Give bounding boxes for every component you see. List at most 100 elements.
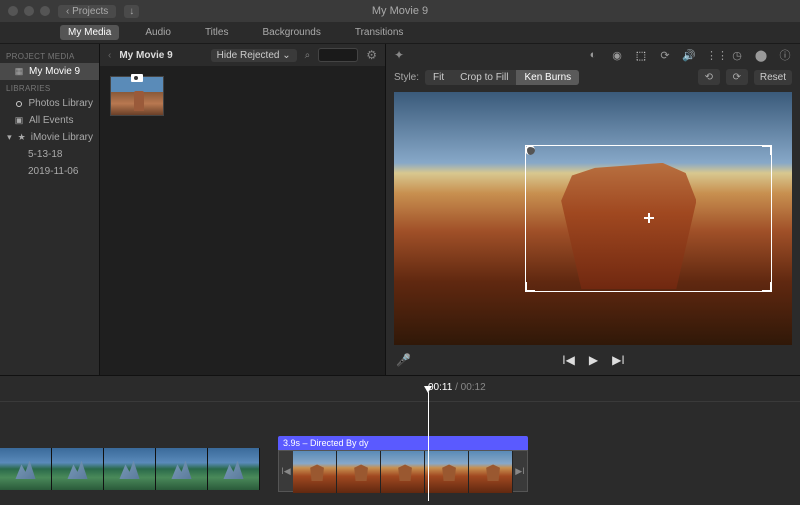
mic-icon[interactable]: 🎤 — [396, 353, 411, 367]
sidebar-item-photos[interactable]: Photos Library — [0, 95, 99, 112]
star-icon: ★ — [18, 133, 26, 143]
rotate-cw-button[interactable]: ⟳ — [726, 69, 748, 85]
clip-frame — [469, 451, 513, 493]
camera-badge-icon — [131, 74, 143, 82]
media-clip-thumbnail[interactable] — [110, 76, 164, 116]
seg-crop-to-fill[interactable]: Crop to Fill — [452, 70, 516, 85]
clip-frame — [425, 451, 469, 493]
zoom-window-icon[interactable] — [40, 6, 50, 16]
clapper-icon: ▦ — [14, 67, 24, 77]
preview-toolbar: ✦ ◐ ◉ ⬚ ⟳ 🔊 ⋮⋮ ◷ ⬤ ⓘ — [386, 44, 800, 66]
tab-titles[interactable]: Titles — [197, 25, 237, 40]
clip-frame — [104, 448, 156, 490]
playhead[interactable] — [428, 392, 429, 501]
clip-frame — [381, 451, 425, 493]
crop-style-segment: Fit Crop to Fill Ken Burns — [425, 70, 579, 85]
clip-frame — [337, 451, 381, 493]
filter-dropdown[interactable]: Hide Rejected ⌄ — [211, 49, 297, 62]
crop-icon[interactable]: ⬚ — [634, 49, 648, 62]
box-icon: ▣ — [14, 116, 24, 126]
next-button[interactable]: ▶I — [612, 353, 625, 367]
event-2-label: 2019-11-06 — [28, 166, 78, 177]
traffic-lights — [8, 6, 50, 16]
event-1-label: 5-13-18 — [28, 149, 62, 160]
timecode: 00:11 / 00:12 — [428, 382, 486, 393]
media-browser: ‹ My Movie 9 Hide Rejected ⌄ ⌕ ⚙ — [100, 44, 386, 375]
tab-transitions[interactable]: Transitions — [347, 25, 412, 40]
clip-frame — [293, 451, 337, 493]
wand-icon[interactable]: ✦ — [394, 48, 404, 62]
window-title: My Movie 9 — [372, 5, 428, 17]
close-window-icon[interactable] — [8, 6, 18, 16]
chevron-left-icon[interactable]: ‹ — [108, 50, 111, 61]
crop-handle-bl[interactable] — [525, 282, 535, 292]
clip-title-bar[interactable]: 3.9s – Directed By dy — [278, 436, 528, 450]
filter-icon[interactable]: ⬤ — [754, 49, 768, 62]
rotate-ccw-button[interactable]: ⟲ — [698, 69, 720, 85]
sidebar-item-event-1[interactable]: 5-13-18 — [0, 146, 99, 163]
clip-trim-left-icon[interactable]: I◀ — [279, 451, 293, 491]
project-media-header: PROJECT MEDIA — [0, 48, 99, 63]
timeline-clip-2[interactable]: 3.9s – Directed By dy I◀ ▶I — [278, 436, 528, 492]
seg-ken-burns[interactable]: Ken Burns — [516, 70, 579, 85]
clip-frame — [156, 448, 208, 490]
style-label: Style: — [394, 72, 419, 83]
tab-backgrounds[interactable]: Backgrounds — [254, 25, 328, 40]
sidebar-item-project[interactable]: ▦ My Movie 9 — [0, 63, 99, 80]
search-icon: ⌕ — [305, 50, 311, 61]
libraries-header: LIBRARIES — [0, 80, 99, 95]
timeline-clip-1[interactable] — [0, 448, 260, 490]
seg-fit[interactable]: Fit — [425, 70, 452, 85]
preview-pane: ✦ ◐ ◉ ⬚ ⟳ 🔊 ⋮⋮ ◷ ⬤ ⓘ Style: Fit Crop to … — [386, 44, 800, 375]
window-titlebar: ‹ Projects ↓ My Movie 9 — [0, 0, 800, 22]
sidebar-item-event-2[interactable]: 2019-11-06 — [0, 163, 99, 180]
projects-label: Projects — [72, 6, 108, 17]
timeline[interactable]: 00:11 / 00:12 3.9s – Directed By dy I◀ ▶… — [0, 375, 800, 505]
search-input[interactable] — [318, 48, 358, 62]
imovie-library-label: iMovie Library — [31, 132, 93, 143]
projects-back-button[interactable]: ‹ Projects — [58, 5, 116, 18]
crop-style-bar: Style: Fit Crop to Fill Ken Burns ⟲ ⟳ Re… — [386, 66, 800, 88]
sidebar-item-imovie-library[interactable]: ▾ ★ iMovie Library — [0, 129, 99, 146]
crop-handle-tl[interactable] — [525, 145, 535, 155]
timecode-total: 00:12 — [461, 382, 486, 393]
clip-trim-right-icon[interactable]: ▶I — [513, 451, 527, 491]
clip-frame — [0, 448, 52, 490]
color-balance-icon[interactable]: ◐ — [586, 49, 600, 61]
browser-title: My Movie 9 — [119, 50, 172, 61]
crop-handle-br[interactable] — [762, 282, 772, 292]
info-icon[interactable]: ⓘ — [778, 47, 792, 63]
filter-label: Hide Rejected — [217, 50, 280, 61]
photos-icon — [14, 99, 24, 109]
crop-center-icon — [644, 213, 654, 223]
minimize-window-icon[interactable] — [24, 6, 34, 16]
import-button[interactable]: ↓ — [124, 5, 139, 18]
reset-button[interactable]: Reset — [754, 70, 792, 85]
volume-icon[interactable]: 🔊 — [682, 49, 696, 62]
crop-rectangle[interactable] — [525, 145, 772, 292]
sidebar-item-all-events[interactable]: ▣ All Events — [0, 112, 99, 129]
disclosure-triangle-icon[interactable]: ▾ — [6, 133, 13, 143]
preview-transport: 🎤 I◀ ▶ ▶I — [386, 345, 800, 375]
browser-header: ‹ My Movie 9 Hide Rejected ⌄ ⌕ ⚙ — [100, 44, 385, 66]
play-button[interactable]: ▶ — [589, 353, 598, 367]
clip-frame — [52, 448, 104, 490]
crop-handle-tr[interactable] — [762, 145, 772, 155]
speed-icon[interactable]: ◷ — [730, 49, 744, 62]
gear-icon[interactable]: ⚙ — [366, 48, 377, 62]
tab-audio[interactable]: Audio — [137, 25, 179, 40]
library-sidebar: PROJECT MEDIA ▦ My Movie 9 LIBRARIES Pho… — [0, 44, 100, 375]
tab-my-media[interactable]: My Media — [60, 25, 119, 40]
preview-viewport[interactable] — [394, 92, 792, 345]
project-name-label: My Movie 9 — [29, 66, 80, 77]
noise-icon[interactable]: ⋮⋮ — [706, 49, 720, 62]
all-events-label: All Events — [29, 115, 73, 126]
chevron-down-icon: ⌄ — [282, 50, 290, 61]
prev-button[interactable]: I◀ — [562, 353, 575, 367]
clip-frame — [208, 448, 260, 490]
timeline-ruler[interactable]: 00:11 / 00:12 — [0, 376, 800, 402]
photos-label: Photos Library — [29, 98, 93, 109]
color-correction-icon[interactable]: ◉ — [610, 49, 624, 62]
stabilization-icon[interactable]: ⟳ — [658, 49, 672, 62]
library-tabs: My Media Audio Titles Backgrounds Transi… — [0, 22, 800, 44]
